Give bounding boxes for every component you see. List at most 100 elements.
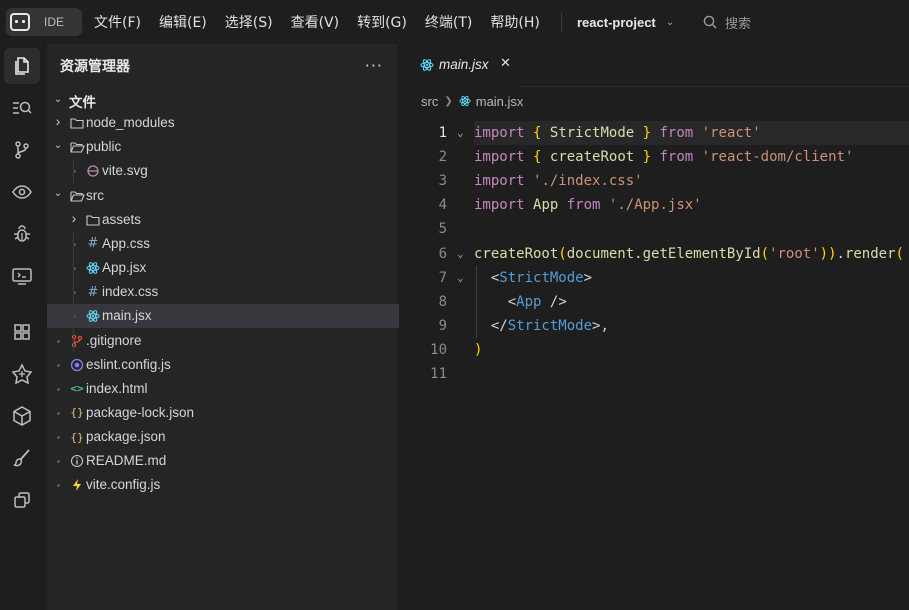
tree-file[interactable]: vite.config.js [47, 473, 399, 497]
more-actions-icon[interactable]: ··· [365, 56, 383, 75]
tree-folder[interactable]: ⌄ public [47, 135, 399, 159]
close-icon[interactable]: ✕ [500, 56, 511, 71]
code-token: StrictMode [549, 125, 635, 141]
tree-item-label: assets [102, 211, 142, 227]
react-icon [459, 96, 471, 106]
code-line[interactable]: 4 import App from './App.jsx' [405, 193, 909, 217]
tree-file[interactable]: # App.css [47, 232, 399, 256]
menu-item[interactable]: 文件(F) [94, 12, 141, 32]
json-file-icon: {} [70, 406, 84, 420]
code-token: './App.jsx' [608, 197, 702, 214]
activity-bar [0, 44, 44, 610]
debug-icon[interactable] [0, 214, 44, 254]
tree-item-label: .gitignore [86, 332, 142, 348]
code-line[interactable]: 10) [405, 338, 909, 362]
tree-file[interactable]: README.md [47, 449, 399, 473]
chevron-right-icon: › [71, 209, 77, 226]
menu-item[interactable]: 查看(V) [291, 12, 340, 32]
tree-indent-dot [57, 436, 60, 440]
json-file-icon: {} [70, 430, 84, 444]
project-switcher[interactable]: react-project ⌄ [577, 0, 674, 44]
menu-item[interactable]: 终端(T) [425, 12, 472, 32]
code-line[interactable]: 9 </StrictMode>, [405, 314, 909, 338]
folder-open-icon [69, 139, 85, 155]
code-token: App [516, 293, 542, 310]
tree-file[interactable]: .gitignore [47, 329, 399, 353]
source-control-icon[interactable] [0, 130, 44, 170]
code-token: App [533, 197, 559, 214]
fold-chevron-icon[interactable]: ⌄ [457, 121, 464, 145]
package-icon[interactable] [0, 396, 44, 436]
code-line[interactable]: 11 [405, 362, 909, 386]
tree-file[interactable]: # index.css [47, 280, 399, 304]
code-line[interactable]: 6 ⌄ createRoot(document.getElementById('ro… [405, 242, 909, 266]
tree-item-label: README.md [86, 453, 167, 469]
code-line[interactable]: 7 ⌄ <StrictMode> [405, 266, 909, 290]
tree-indent-dot [57, 387, 60, 391]
tree-file[interactable]: {} package-lock.json [47, 401, 399, 425]
tree-indent-dot [57, 339, 60, 343]
code-line[interactable]: 8 <App /> [405, 290, 909, 314]
breadcrumb-src[interactable]: src [421, 94, 438, 109]
brush-icon[interactable] [0, 438, 44, 478]
code-token: getElementById [642, 245, 761, 262]
info-icon [69, 453, 85, 469]
remote-icon[interactable] [0, 256, 44, 296]
menu-item[interactable]: 选择(S) [225, 12, 273, 32]
code-token: /> [549, 293, 567, 310]
react-icon [85, 308, 101, 324]
menu-item[interactable]: 转到(G) [357, 12, 407, 32]
code-token: import [474, 125, 525, 141]
tree-root-folder[interactable]: ⌄ 文件 [47, 87, 399, 111]
tab-label: main.jsx [439, 57, 489, 72]
tree-folder[interactable]: › assets [47, 208, 399, 232]
tree-file[interactable]: eslint.config.js [47, 353, 399, 377]
code-token: import [474, 197, 525, 214]
tree-item-label: vite.svg [102, 163, 148, 179]
explorer-icon[interactable] [0, 46, 44, 86]
code-text: <StrictMode> [474, 266, 592, 290]
menu-item[interactable]: 帮助(H) [490, 12, 539, 32]
tree-file[interactable]: App.jsx [47, 256, 399, 280]
menu-item[interactable]: 编辑(E) [159, 12, 207, 32]
code-line[interactable]: 1 ⌄ import { StrictMode } from 'react' [405, 121, 909, 145]
tree-file[interactable]: main.jsx [47, 304, 399, 329]
copy-icon[interactable] [0, 480, 44, 520]
tree-folder[interactable]: › node_modules [47, 111, 399, 135]
preview-icon[interactable] [0, 172, 44, 212]
ai-icon[interactable] [0, 354, 44, 394]
tree-indent-dot [57, 363, 60, 367]
fold-chevron-icon[interactable]: ⌄ [457, 266, 464, 290]
app-logo[interactable]: IDE [6, 8, 82, 36]
code-token: import [474, 173, 525, 190]
tree-item-label: package.json [86, 429, 166, 445]
tree-file[interactable]: <> index.html [47, 377, 399, 401]
search-icon[interactable] [0, 88, 44, 128]
fold-chevron-icon[interactable]: ⌄ [457, 242, 464, 266]
extensions-icon[interactable] [0, 312, 44, 352]
code-text: <App /> [474, 290, 567, 314]
code-line[interactable]: 3 import './index.css' [405, 169, 909, 193]
line-number: 11 [430, 366, 447, 382]
search-box[interactable]: 搜索 [703, 0, 751, 44]
code-token: document [566, 245, 635, 262]
breadcrumb-file[interactable]: main.jsx [476, 94, 524, 109]
tree-folder[interactable]: ⌄ src [47, 184, 399, 208]
tree-item-label: App.css [102, 235, 151, 251]
tree-file[interactable]: vite.svg [47, 159, 399, 183]
tree-file[interactable]: {} package.json [47, 425, 399, 449]
tab-main-jsx[interactable]: main.jsx ✕ [408, 44, 518, 87]
line-number: 1 [438, 125, 447, 141]
code-line[interactable]: 2 import { createRoot } from 'react-dom/c… [405, 145, 909, 169]
code-text: createRoot(document.getElementById('root… [474, 242, 904, 266]
code-line[interactable]: 5 [405, 217, 909, 241]
folder-icon [69, 115, 85, 131]
